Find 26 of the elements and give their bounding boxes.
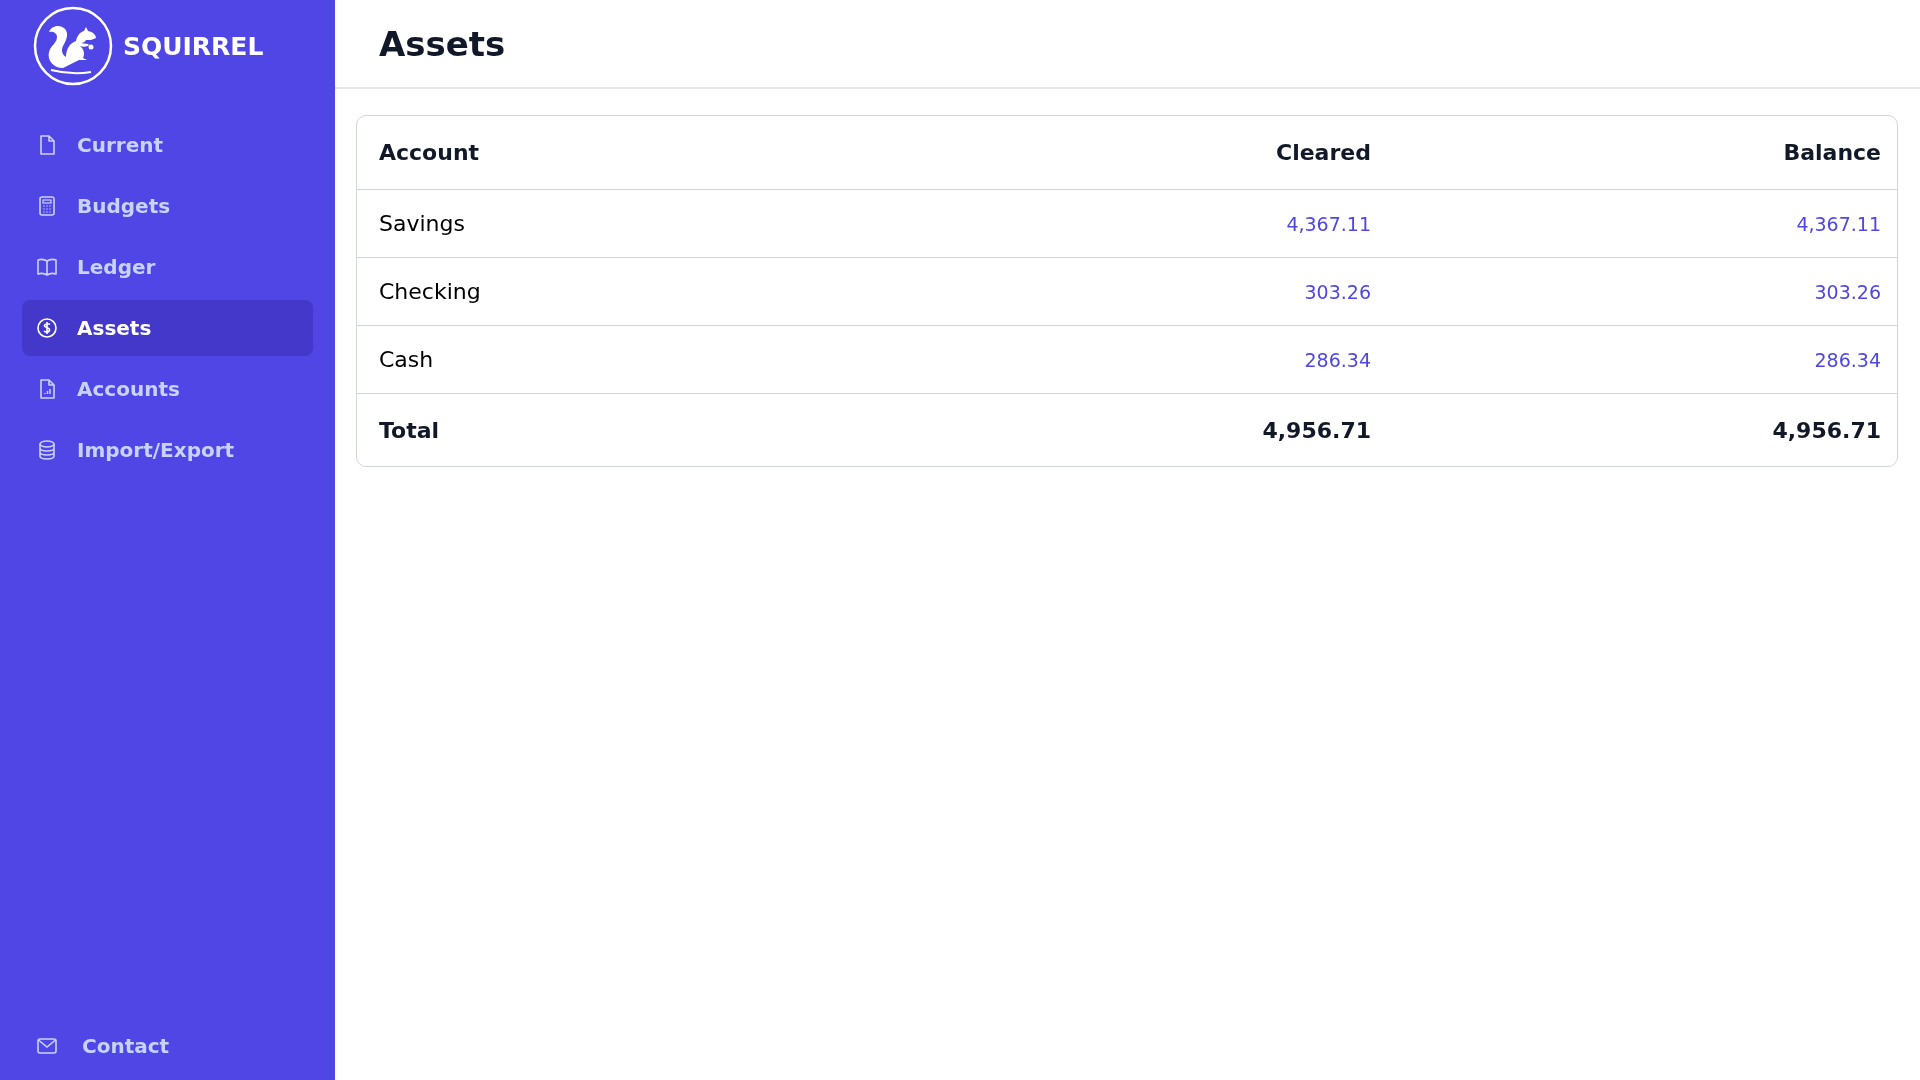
nav-item[interactable]: Accounts (22, 361, 313, 417)
total-label: Total (379, 417, 441, 443)
dollar-icon (35, 316, 59, 340)
page-title: Assets (379, 23, 506, 64)
total-amount: 4,956.71 (1261, 417, 1371, 443)
nav-item[interactable]: Budgets (22, 178, 313, 234)
amount-cell-text: 4,367.11 (1795, 212, 1881, 235)
amount-cell-text: 303.26 (1813, 280, 1881, 303)
nav-item[interactable]: Import/Export (22, 422, 313, 478)
account-name: Savings (379, 211, 466, 236)
amount-cell-text: 303.26 (1303, 280, 1371, 303)
amount-cell-text: 4,367.11 (1285, 212, 1371, 235)
squirrel-logo-icon (33, 6, 113, 86)
column-header: Account (379, 140, 481, 165)
amount-cell-text: 286.34 (1303, 348, 1371, 371)
nav-item[interactable]: Current (22, 117, 313, 173)
amount-cell-text: 286.34 (1813, 348, 1881, 371)
account-name: Checking (379, 279, 482, 304)
contact-link[interactable]: Contact (22, 1018, 313, 1074)
brand-name: SQUIRREL (123, 31, 264, 61)
column-header: Balance (1782, 140, 1881, 165)
nav-item[interactable]: Ledger (22, 239, 313, 295)
nav-item[interactable]: Assets (22, 300, 313, 356)
column-header: Cleared (1275, 140, 1371, 165)
total-amount: 4,956.71 (1771, 417, 1881, 443)
account-name: Cash (379, 347, 435, 372)
